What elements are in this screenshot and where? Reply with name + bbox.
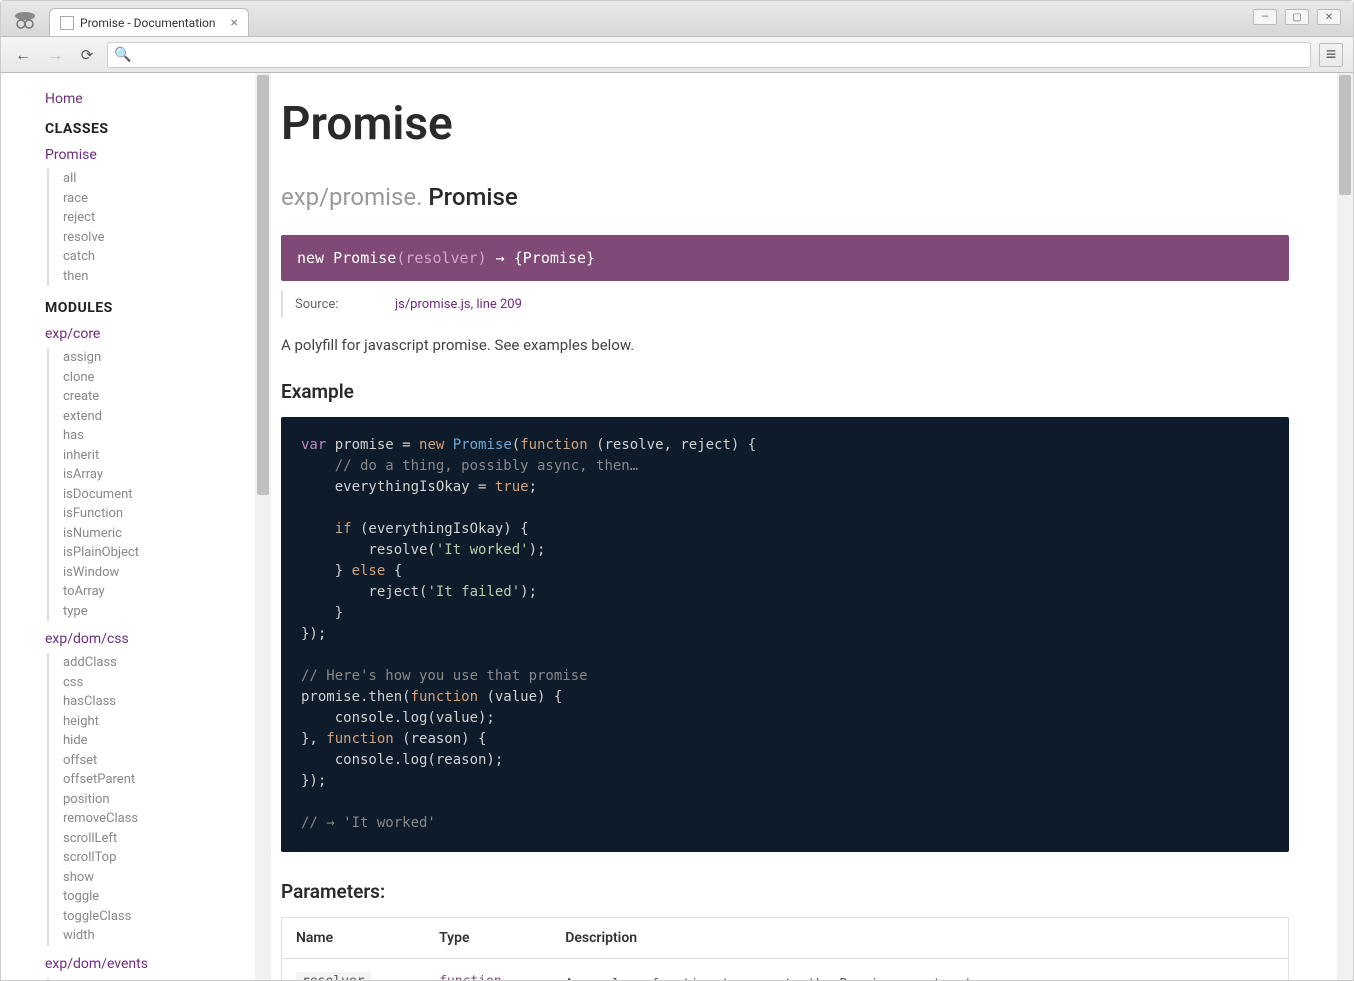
nav-member[interactable]: isPlainObject xyxy=(63,543,271,563)
nav-member[interactable]: inherit xyxy=(63,446,271,466)
nav-member[interactable]: then xyxy=(63,267,271,287)
nav-member[interactable]: toggleClass xyxy=(63,907,271,927)
scrollbar-thumb[interactable] xyxy=(1339,75,1351,195)
sig-new: new xyxy=(297,249,333,267)
nav-member[interactable]: isArray xyxy=(63,465,271,485)
source-row: Source: js/promise.js, line 209 xyxy=(281,291,1289,318)
reload-button[interactable]: ⟳ xyxy=(75,43,99,67)
nav-home[interactable]: Home xyxy=(45,91,271,107)
window-controls: — ▢ ✕ xyxy=(1253,9,1341,25)
nav-class-promise[interactable]: Promise xyxy=(45,147,271,163)
search-icon: 🔍 xyxy=(114,47,131,63)
nav-heading-classes: CLASSES xyxy=(45,121,271,137)
page-icon xyxy=(60,16,74,30)
main-content: Promise exp/promise. Promise new Promise… xyxy=(271,73,1353,980)
nav-member[interactable]: race xyxy=(63,189,271,209)
main-scrollbar[interactable] xyxy=(1337,73,1353,980)
back-button[interactable]: ← xyxy=(11,43,35,67)
sidebar: Home CLASSES Promise all race reject res… xyxy=(1,73,271,980)
nav-member[interactable]: height xyxy=(63,712,271,732)
address-input[interactable] xyxy=(137,47,1304,62)
nav-member[interactable]: all xyxy=(63,169,271,189)
param-name: resolver xyxy=(296,972,371,980)
param-header-name: Name xyxy=(282,918,426,959)
sidebar-scrollbar[interactable] xyxy=(255,73,271,980)
nav-member[interactable]: isWindow xyxy=(63,563,271,583)
nav-module[interactable]: exp/dom/css xyxy=(45,631,271,647)
nav-member[interactable]: isDocument xyxy=(63,485,271,505)
tab-title: Promise - Documentation xyxy=(80,16,225,30)
nav-member[interactable]: catch xyxy=(63,247,271,267)
breadcrumb-module: exp/promise. xyxy=(281,183,422,211)
param-type: function xyxy=(439,974,502,980)
sig-arrow: → xyxy=(487,249,514,267)
nav-members-promise: all race reject resolve catch then xyxy=(47,169,271,286)
nav-member[interactable]: offset xyxy=(63,751,271,771)
nav-member[interactable]: type xyxy=(63,602,271,622)
description: A polyfill for javascript promise. See e… xyxy=(281,336,1289,354)
nav-member[interactable]: create xyxy=(63,387,271,407)
table-row: resolver function A resolver function to… xyxy=(282,959,1289,981)
browser-tab[interactable]: Promise - Documentation × xyxy=(49,8,249,36)
nav-member[interactable]: scrollLeft xyxy=(63,829,271,849)
page-title: Promise xyxy=(281,97,1289,151)
nav-member[interactable]: position xyxy=(63,790,271,810)
nav-member[interactable]: has xyxy=(63,426,271,446)
sig-ret: {Promise} xyxy=(514,249,595,267)
param-header-desc: Description xyxy=(551,918,1288,959)
nav-heading-modules: MODULES xyxy=(45,300,271,316)
nav-member[interactable]: css xyxy=(63,673,271,693)
parameters-table: Name Type Description resolver function … xyxy=(281,917,1289,980)
incognito-icon xyxy=(11,6,39,34)
tab-close-icon[interactable]: × xyxy=(231,15,238,31)
code-example: var promise = new Promise(function (reso… xyxy=(281,417,1289,852)
nav-member[interactable]: offsetParent xyxy=(63,770,271,790)
nav-member[interactable]: clone xyxy=(63,368,271,388)
nav-members-core: assign clone create extend has inherit i… xyxy=(47,348,271,621)
close-window-button[interactable]: ✕ xyxy=(1317,9,1341,25)
nav-member[interactable]: addClass xyxy=(63,653,271,673)
nav-member[interactable]: assign xyxy=(63,348,271,368)
nav-module[interactable]: exp/core xyxy=(45,326,271,342)
nav-member[interactable]: toggle xyxy=(63,887,271,907)
nav-member[interactable]: reject xyxy=(63,208,271,228)
parameters-heading: Parameters: xyxy=(281,880,1289,903)
param-header-type: Type xyxy=(425,918,551,959)
toolbar: ← → ⟳ 🔍 ≡ xyxy=(1,37,1353,73)
sig-name: Promise xyxy=(333,249,396,267)
menu-button[interactable]: ≡ xyxy=(1319,43,1343,67)
nav-members-events: off on xyxy=(47,978,271,981)
signature-box: new Promise(resolver) → {Promise} xyxy=(281,235,1289,281)
sig-args: (resolver) xyxy=(396,249,486,267)
example-heading: Example xyxy=(281,380,1289,403)
nav-module[interactable]: exp/dom/events xyxy=(45,956,271,972)
nav-member[interactable]: isFunction xyxy=(63,504,271,524)
nav-members-css: addClass css hasClass height hide offset… xyxy=(47,653,271,946)
scrollbar-thumb[interactable] xyxy=(257,75,269,495)
nav-member[interactable]: toArray xyxy=(63,582,271,602)
source-label: Source: xyxy=(295,297,395,312)
breadcrumb: exp/promise. Promise xyxy=(281,183,1289,211)
tab-bar: Promise - Documentation × xyxy=(1,1,1353,37)
nav-member[interactable]: removeClass xyxy=(63,809,271,829)
address-bar[interactable]: 🔍 xyxy=(107,42,1311,68)
nav-member[interactable]: scrollTop xyxy=(63,848,271,868)
nav-member[interactable]: extend xyxy=(63,407,271,427)
nav-member[interactable]: resolve xyxy=(63,228,271,248)
breadcrumb-current: Promise xyxy=(428,183,517,211)
minimize-button[interactable]: — xyxy=(1253,9,1277,25)
nav-member[interactable]: hide xyxy=(63,731,271,751)
nav-member[interactable]: isNumeric xyxy=(63,524,271,544)
param-desc: A resolver function to pass to the Promi… xyxy=(551,959,1288,981)
browser-window: — ▢ ✕ Promise - Documentation × ← → ⟳ 🔍 … xyxy=(0,0,1354,981)
source-link[interactable]: js/promise.js, line 209 xyxy=(395,297,522,312)
maximize-button[interactable]: ▢ xyxy=(1285,9,1309,25)
nav-member[interactable]: width xyxy=(63,926,271,946)
forward-button[interactable]: → xyxy=(43,43,67,67)
nav-member[interactable]: off xyxy=(63,978,271,981)
param-desc-line: A resolver function to pass to the Promi… xyxy=(565,973,1274,980)
content-area: Home CLASSES Promise all race reject res… xyxy=(1,73,1353,980)
nav-member[interactable]: hasClass xyxy=(63,692,271,712)
nav-member[interactable]: show xyxy=(63,868,271,888)
